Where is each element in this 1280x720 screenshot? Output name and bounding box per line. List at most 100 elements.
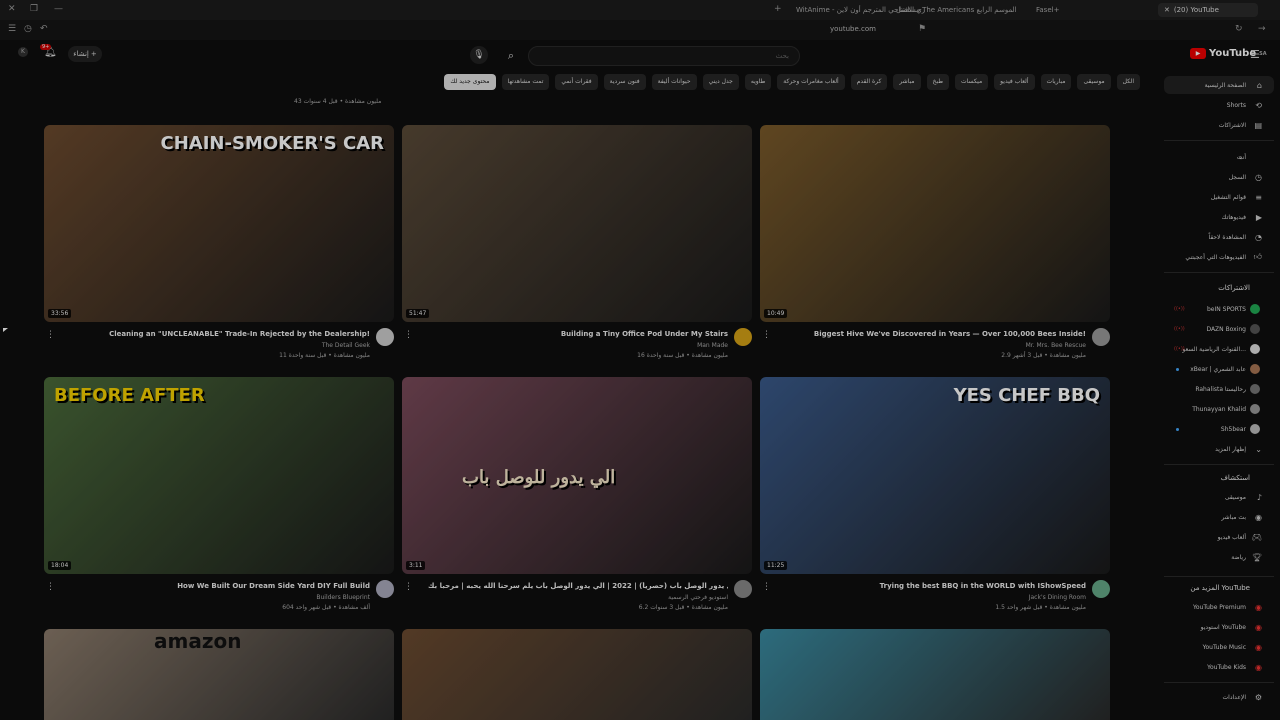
forward-icon[interactable]: →	[1258, 24, 1266, 34]
video-card[interactable]: 51:47 Building a Tiny Office Pod Under M…	[402, 125, 752, 359]
video-card[interactable]	[760, 629, 1110, 720]
sidebar-more-item[interactable]: استوديو YouTube ◉	[1160, 618, 1280, 636]
video-thumbnail[interactable]: YES CHEF BBQ 11:25	[760, 377, 1110, 574]
filter-chip[interactable]: الكل	[1116, 74, 1140, 90]
video-title[interactable]: Trying the best BBQ in the WORLD with IS…	[786, 582, 1086, 590]
filter-chip[interactable]: طاويه	[744, 74, 772, 90]
avatar[interactable]: K	[18, 47, 28, 57]
tab-youtube[interactable]: ✕ (20) YouTube	[1158, 3, 1258, 17]
filter-chip[interactable]: طبخ	[926, 74, 949, 90]
url-text[interactable]: youtube.com	[830, 25, 876, 33]
video-thumbnail[interactable]: 51:47	[402, 125, 752, 322]
sidebar-item-subscriptions[interactable]: الاشتراكات ▤	[1160, 116, 1280, 134]
filter-chip[interactable]: مباشر	[893, 74, 921, 90]
minimize-window-icon[interactable]: —	[54, 4, 63, 14]
more-vert-icon[interactable]: ⋮	[46, 582, 55, 592]
sidebar-channel[interactable]: ((•)) القنوات الرياضية السعو...	[1160, 340, 1280, 358]
channel-name[interactable]: The Detail Geek	[322, 342, 370, 349]
channel-avatar[interactable]	[376, 580, 394, 598]
video-title[interactable]: Building a Tiny Office Pod Under My Stai…	[428, 330, 728, 338]
menu-icon[interactable]: ☰	[8, 24, 16, 34]
more-vert-icon[interactable]: ⋮	[404, 582, 413, 592]
sidebar-show-more[interactable]: إظهار المزيد ⌄	[1160, 440, 1280, 458]
channel-name[interactable]: Man Made	[697, 342, 728, 349]
video-card[interactable]: amazon	[44, 629, 394, 720]
sidebar-channel[interactable]: ((•)) beIN SPORTS	[1160, 300, 1280, 318]
video-thumbnail[interactable]: الي يدور للوصل باب 3:11	[402, 377, 752, 574]
sidebar-more-item[interactable]: YouTube Kids ◉	[1160, 658, 1280, 676]
reload-icon[interactable]: ↻	[1235, 24, 1243, 34]
video-thumbnail[interactable]	[402, 629, 752, 720]
more-vert-icon[interactable]: ⋮	[46, 330, 55, 340]
sidebar-item-home[interactable]: الصفحة الرئيسية ⌂	[1164, 76, 1274, 94]
filter-chip[interactable]: ألعاب فيديو	[994, 74, 1035, 90]
new-tab-icon[interactable]: +	[774, 4, 782, 14]
filter-chip[interactable]: ميكسات	[955, 74, 989, 90]
sidebar-more-item[interactable]: YouTube Premium ◉	[1160, 598, 1280, 616]
channel-name[interactable]: Builders Blueprint	[316, 594, 370, 601]
sidebar-item-you[interactable]: أنت ‹	[1160, 148, 1280, 166]
filter-chip[interactable]: حيوانات أليفة	[651, 74, 697, 90]
sidebar-item-your-videos[interactable]: فيديوهاتك ▶	[1160, 208, 1280, 226]
more-vert-icon[interactable]: ⋮	[762, 330, 771, 340]
filter-chip[interactable]: فنون سردية	[603, 74, 646, 90]
video-thumbnail[interactable]: 10:49	[760, 125, 1110, 322]
history-icon[interactable]: ◷	[24, 24, 32, 34]
sidebar-item-liked[interactable]: الفيديوهات التي أعجبتني 👍︎	[1160, 248, 1280, 266]
back-icon[interactable]: ↶	[40, 24, 48, 34]
sidebar-item-settings[interactable]: الإعدادات ⚙	[1160, 688, 1280, 706]
sidebar-item-history[interactable]: السجل ◷	[1160, 168, 1280, 186]
channel-avatar[interactable]	[1092, 328, 1110, 346]
bookmark-icon[interactable]: ⚑	[918, 24, 926, 34]
channel-name[interactable]: Jack's Dining Room	[1029, 594, 1086, 601]
video-card[interactable]: YES CHEF BBQ 11:25 Trying the best BBQ i…	[760, 377, 1110, 611]
channel-avatar[interactable]	[376, 328, 394, 346]
tab-witanime[interactable]: WitAnime - ري الافتتاحي المترجم أون لاين	[790, 3, 931, 17]
video-thumbnail[interactable]: CHAIN-SMOKER'S CAR 33:56	[44, 125, 394, 322]
mic-icon[interactable]: 🎙︎	[470, 46, 488, 64]
video-title[interactable]: How We Built Our Dream Side Yard DIY Ful…	[70, 582, 370, 590]
close-icon[interactable]: ✕	[1164, 6, 1170, 14]
video-thumbnail[interactable]	[760, 629, 1110, 720]
search-input[interactable]: بحث	[528, 46, 800, 66]
video-card[interactable]: الي يدور للوصل باب 3:11 طاهر الجناني - ا…	[402, 377, 752, 611]
more-vert-icon[interactable]: ⋮	[762, 582, 771, 592]
sidebar-channel[interactable]: xBear | عابد الشمري	[1160, 360, 1280, 378]
filter-chip[interactable]: تمت مشاهدتها	[501, 74, 550, 90]
filter-chip[interactable]: ألعاب مغامرات وحركة	[777, 74, 845, 90]
search-icon[interactable]: ⌕	[500, 46, 522, 66]
restore-window-icon[interactable]: ❐	[30, 4, 38, 14]
video-card[interactable]: CHAIN-SMOKER'S CAR 33:56 Cleaning an "UN…	[44, 125, 394, 359]
sidebar-item-playlists[interactable]: قوائم التشغيل ≡	[1160, 188, 1280, 206]
sidebar-explore-item[interactable]: رياضة 🏆︎	[1160, 548, 1280, 566]
sidebar-channel[interactable]: ((•)) DAZN Boxing	[1160, 320, 1280, 338]
filter-chip[interactable]: جدل ديني	[702, 74, 739, 90]
tab-fasel[interactable]: Fasel+	[1030, 3, 1065, 17]
channel-name[interactable]: Mr. Mrs. Bee Rescue	[1026, 342, 1086, 349]
filter-chip[interactable]: محتوى جديد لك	[444, 74, 496, 90]
channel-avatar[interactable]	[734, 328, 752, 346]
sidebar-item-watch-later[interactable]: المشاهدة لاحقاً ◔	[1160, 228, 1280, 246]
sidebar-explore-item[interactable]: ألعاب فيديو 🎮︎	[1160, 528, 1280, 546]
video-card[interactable]	[402, 629, 752, 720]
filter-chip[interactable]: كرة القدم	[850, 74, 888, 90]
video-thumbnail[interactable]: amazon	[44, 629, 394, 720]
more-vert-icon[interactable]: ⋮	[404, 330, 413, 340]
sidebar-more-item[interactable]: YouTube Music ◉	[1160, 638, 1280, 656]
sidebar-explore-item[interactable]: بث مباشر ◉	[1160, 508, 1280, 526]
sidebar-item-shorts[interactable]: Shorts ⟲	[1160, 96, 1280, 114]
video-title[interactable]: Biggest Hive We've Discovered in Years —…	[786, 330, 1086, 338]
sidebar-channel[interactable]: Rahalista رحاليستا	[1160, 380, 1280, 398]
sidebar-explore-item[interactable]: موسيقى ♪	[1160, 488, 1280, 506]
hamburger-icon[interactable]: ☰	[1250, 48, 1260, 61]
video-title[interactable]: Cleaning an "UNCLEANABLE" Trade-In Rejec…	[70, 330, 370, 338]
filter-chip[interactable]: موسيقى	[1077, 74, 1111, 90]
close-window-icon[interactable]: ✕	[8, 4, 16, 14]
filter-chip[interactable]: فقرات أنمي	[555, 74, 598, 90]
video-title[interactable]: طاهر الجناني - الي يدور الوصل باب (حصريا…	[428, 582, 728, 590]
channel-name[interactable]: استوديو فرحتي الرسمية	[668, 594, 728, 601]
video-card[interactable]: BEFORE AFTER 18:04 How We Built Our Drea…	[44, 377, 394, 611]
filter-chip[interactable]: مباريات	[1040, 74, 1072, 90]
video-thumbnail[interactable]: BEFORE AFTER 18:04	[44, 377, 394, 574]
create-button[interactable]: إنشاء +	[68, 46, 102, 62]
